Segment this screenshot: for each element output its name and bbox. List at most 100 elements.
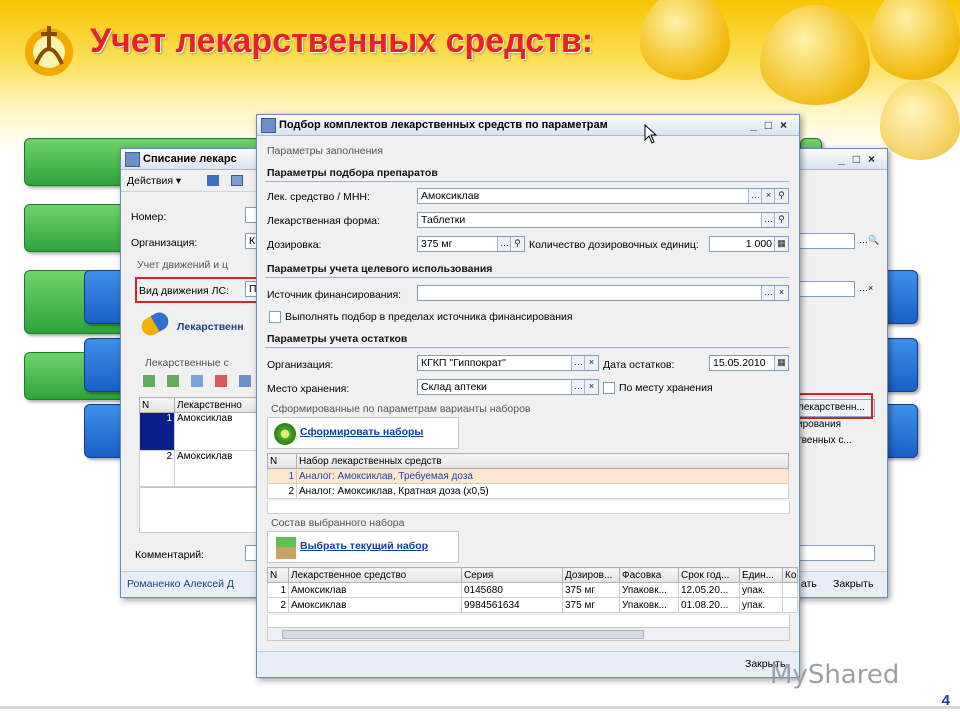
section-divider [265, 347, 789, 348]
col-n: N [267, 453, 297, 469]
funding-select-button[interactable]: … [761, 286, 775, 300]
mouse-cursor-icon [644, 124, 658, 144]
move-row-icon[interactable] [239, 375, 251, 387]
gear-icon [274, 423, 296, 445]
form-label: Лекарственная форма: [267, 215, 380, 227]
col-unit: Един... [739, 567, 783, 583]
drug-select-button[interactable]: … [748, 189, 762, 203]
table-row[interactable]: 2 Аналог: Амоксиклав, Кратная доза (x0,5… [267, 483, 789, 499]
items-table: N Лекарственное средство Серия Дозиров..… [267, 567, 798, 613]
storage-checkbox[interactable] [603, 382, 615, 394]
footer-line [0, 706, 960, 709]
form-field[interactable]: Таблетки … ⚲ [417, 212, 789, 228]
funding-clear-button[interactable]: × [774, 286, 788, 300]
movement-select-icon[interactable]: …× [859, 283, 873, 293]
sets-table-empty [267, 501, 790, 514]
capsule-icon [138, 309, 172, 339]
selection-window-title: Подбор комплектов лекарственных средств … [279, 119, 608, 131]
close-button[interactable]: Закрыть [833, 578, 873, 590]
ok-button[interactable]: ать [801, 578, 817, 590]
dose-select-button[interactable]: … [497, 237, 511, 251]
params-group-label: Параметры заполнения [267, 145, 383, 157]
movement-group-label: Учет движений и ц [137, 259, 229, 271]
funding-checkbox[interactable] [269, 311, 281, 323]
calendar-icon[interactable]: ▦ [774, 356, 788, 370]
horizontal-scrollbar[interactable] [267, 627, 790, 641]
comment-label: Комментарий: [135, 549, 205, 561]
calculator-icon[interactable]: ▦ [774, 237, 788, 251]
form-sets-button[interactable]: Сформировать наборы [267, 417, 459, 449]
funding-field[interactable]: … × [417, 285, 789, 301]
comment-field-right[interactable] [797, 545, 875, 561]
writeoff-window-title: Списание лекарс [143, 153, 237, 165]
stock-org-select-button[interactable]: … [571, 356, 585, 370]
selection-statusbar: Закрыть [257, 651, 799, 676]
table-row[interactable]: 1 Амоксиклав 0145680 375 мг Упаковк... 1… [267, 582, 798, 598]
table-row[interactable]: 1 Аналог: Амоксиклав, Требуемая доза [267, 468, 789, 484]
selection-section-title: Параметры подбора препаратов [267, 167, 438, 179]
watermark: MyShared [770, 660, 900, 690]
window-controls[interactable]: _□× [750, 115, 795, 135]
selection-window: Подбор комплектов лекарственных средств … [256, 114, 800, 678]
col-series: Серия [461, 567, 563, 583]
variants-group-label: Сформированные по параметрам варианты на… [271, 403, 531, 415]
actions-menu[interactable]: Действия ▾ [127, 175, 181, 187]
col-n: N [139, 397, 175, 413]
section-divider [265, 181, 789, 182]
right-text-1: ирования [797, 419, 841, 430]
stock-org-field[interactable]: КГКП "Гиппократ" … × [417, 355, 599, 371]
table-row[interactable]: 2 Амоксиклав 9984561634 375 мг Упаковк..… [267, 597, 798, 613]
col-expiry: Срок год... [678, 567, 740, 583]
storage-clear-button[interactable]: × [584, 380, 598, 394]
medicine-group-label: Лекарственные с [145, 357, 229, 369]
movement-field-right[interactable] [797, 281, 855, 297]
download-box-icon [276, 537, 296, 559]
document-icon [125, 152, 140, 167]
col-pack: Фасовка [619, 567, 679, 583]
stock-section-title: Параметры учета остатков [267, 333, 408, 345]
delete-row-icon[interactable] [215, 375, 227, 387]
col-drug: Лекарственное средство [288, 567, 462, 583]
storage-select-button[interactable]: … [571, 380, 585, 394]
select-set-button[interactable]: Выбрать текущий набор [267, 531, 459, 563]
select-medicine-highlight [789, 393, 873, 419]
drug-label: Лек. средство / МНН: [267, 191, 370, 203]
storage-label: Место хранения: [267, 383, 350, 395]
drug-clear-button[interactable]: × [761, 189, 775, 203]
right-text-2: твенных с... [797, 435, 852, 446]
selection-window-titlebar: Подбор комплектов лекарственных средств … [257, 115, 799, 136]
medicine-header: Лекарственн [177, 321, 244, 333]
org-field-right[interactable] [797, 233, 855, 249]
flower-decoration [870, 0, 960, 80]
edit-row-icon[interactable] [191, 375, 203, 387]
dose-search-icon[interactable]: ⚲ [510, 237, 524, 251]
dose-count-field[interactable]: 1 000 ▦ [709, 236, 789, 252]
col-dose: Дозиров... [562, 567, 620, 583]
window-controls[interactable]: _□× [838, 149, 883, 169]
copy-row-icon[interactable] [167, 375, 179, 387]
stock-date-label: Дата остатков: [603, 359, 675, 371]
slide-green-button-2[interactable] [24, 204, 126, 252]
back-arrow-icon[interactable] [207, 175, 219, 186]
stock-org-label: Организация: [267, 359, 334, 371]
dose-field[interactable]: 375 мг … ⚲ [417, 236, 525, 252]
drug-search-icon[interactable]: ⚲ [774, 189, 788, 203]
storage-checkbox-label: По месту хранения [619, 382, 713, 394]
table-row[interactable]: 2 Амоксиклав [139, 450, 257, 487]
form-select-button[interactable]: … [761, 213, 775, 227]
refresh-icon[interactable] [231, 175, 243, 186]
storage-field[interactable]: Склад аптеки … × [417, 379, 599, 395]
scrollbar-thumb[interactable] [282, 630, 644, 639]
logo-icon [25, 26, 73, 76]
drug-field[interactable]: Амоксиклав … × ⚲ [417, 188, 789, 204]
funding-checkbox-label: Выполнять подбор в пределах источника фи… [285, 311, 573, 323]
org-select-icon[interactable]: …🔍 [859, 235, 879, 246]
stock-date-field[interactable]: 15.05.2010 ▦ [709, 355, 789, 371]
stock-org-clear-button[interactable]: × [584, 356, 598, 370]
table-row[interactable]: 1 Амоксиклав [139, 412, 257, 451]
add-row-icon[interactable] [143, 375, 155, 387]
funding-label: Источник финансирования: [267, 289, 402, 301]
form-search-icon[interactable]: ⚲ [774, 213, 788, 227]
medicine-toolbar [143, 375, 259, 389]
slide-title: Учет лекарственных средств: [90, 22, 594, 60]
